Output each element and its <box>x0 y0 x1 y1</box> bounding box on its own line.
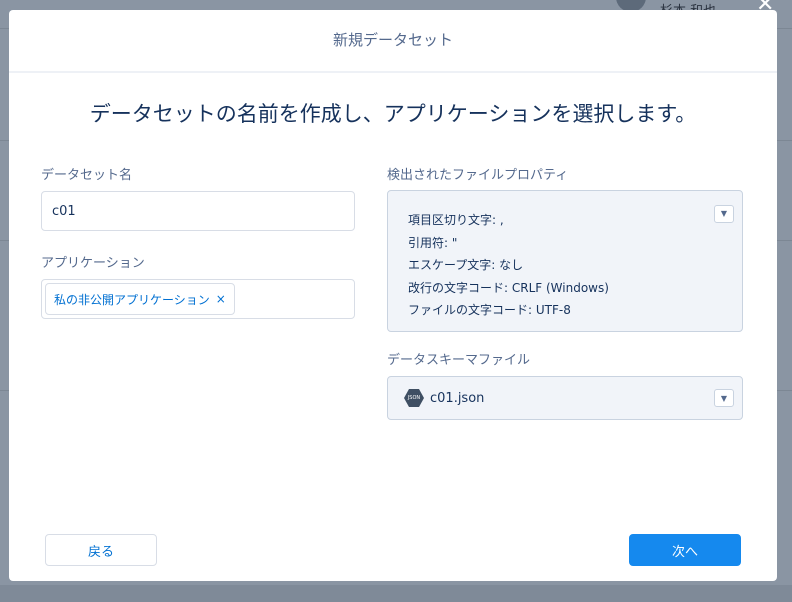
json-file-icon: JSON <box>404 389 424 407</box>
background-strip <box>0 585 792 602</box>
chevron-down-icon[interactable]: ▼ <box>714 389 734 407</box>
application-label: アプリケーション <box>41 256 145 271</box>
file-properties-panel: ▼ 項目区切り文字: , 引用符: " エスケープ文字: なし 改行の文字コード… <box>387 190 743 332</box>
schema-file-name: c01.json <box>430 390 485 406</box>
modal-title: 新規データセット <box>9 10 777 73</box>
application-input[interactable]: 私の非公開アプリケーション × <box>41 279 355 319</box>
detected-properties-label: 検出されたファイルプロパティ <box>387 168 569 183</box>
application-pill-label: 私の非公開アプリケーション <box>54 292 210 307</box>
property-encoding: ファイルの文字コード: UTF-8 <box>408 303 571 317</box>
modal-headline: データセットの名前を作成し、アプリケーションを選択します。 <box>89 102 697 126</box>
dataset-name-input[interactable]: c01 <box>41 191 355 231</box>
application-pill: 私の非公開アプリケーション × <box>45 283 235 315</box>
next-button[interactable]: 次へ <box>629 534 741 566</box>
property-delimiter: 項目区切り文字: , <box>408 213 504 227</box>
new-dataset-modal: 新規データセット データセットの名前を作成し、アプリケーションを選択します。 デ… <box>9 10 777 581</box>
schema-file-select[interactable]: JSON c01.json ▼ <box>387 376 743 420</box>
pill-remove-icon[interactable]: × <box>216 292 226 306</box>
dataset-name-label: データセット名 <box>41 168 133 183</box>
schema-file-label: データスキーマファイル <box>387 353 531 368</box>
property-line-ending: 改行の文字コード: CRLF (Windows) <box>408 280 609 295</box>
chevron-down-icon[interactable]: ▼ <box>714 205 734 223</box>
property-quote: 引用符: " <box>408 235 458 250</box>
back-button[interactable]: 戻る <box>45 534 157 566</box>
property-escape: エスケープ文字: なし <box>408 258 524 272</box>
